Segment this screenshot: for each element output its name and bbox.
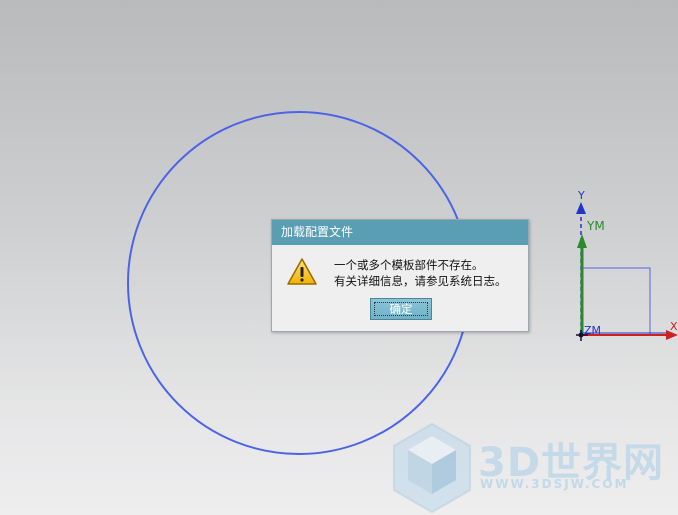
origin-point: [578, 332, 584, 338]
ym-axis-label: YM: [586, 219, 605, 233]
warning-icon: [287, 258, 317, 285]
ok-button[interactable]: 确定: [370, 298, 432, 320]
watermark-logo: [393, 422, 471, 514]
ym-axis-arrow: [577, 234, 587, 248]
message-line-2: 有关详细信息，请参见系统日志。: [334, 274, 507, 288]
ok-button-label: 确定: [389, 302, 413, 316]
y-axis-label: Y: [577, 189, 585, 202]
dialog-title[interactable]: 加载配置文件: [272, 220, 528, 245]
load-profile-dialog: 加载配置文件 一个或多个模板部件不存在。 有关详细信息，请参见系统日志。 确定: [271, 219, 529, 332]
x-axis-label: X: [670, 320, 678, 333]
y-axis-arrow: [576, 202, 586, 214]
dialog-message: 一个或多个模板部件不存在。 有关详细信息，请参见系统日志。: [334, 257, 507, 289]
graphics-viewport[interactable]: Y YM X ZM 3D世界网 WWW.3DSJW.COM 加载配置文件 一个或…: [0, 0, 678, 515]
watermark-url: WWW.3DSJW.COM: [480, 477, 629, 491]
message-line-1: 一个或多个模板部件不存在。: [334, 258, 484, 272]
